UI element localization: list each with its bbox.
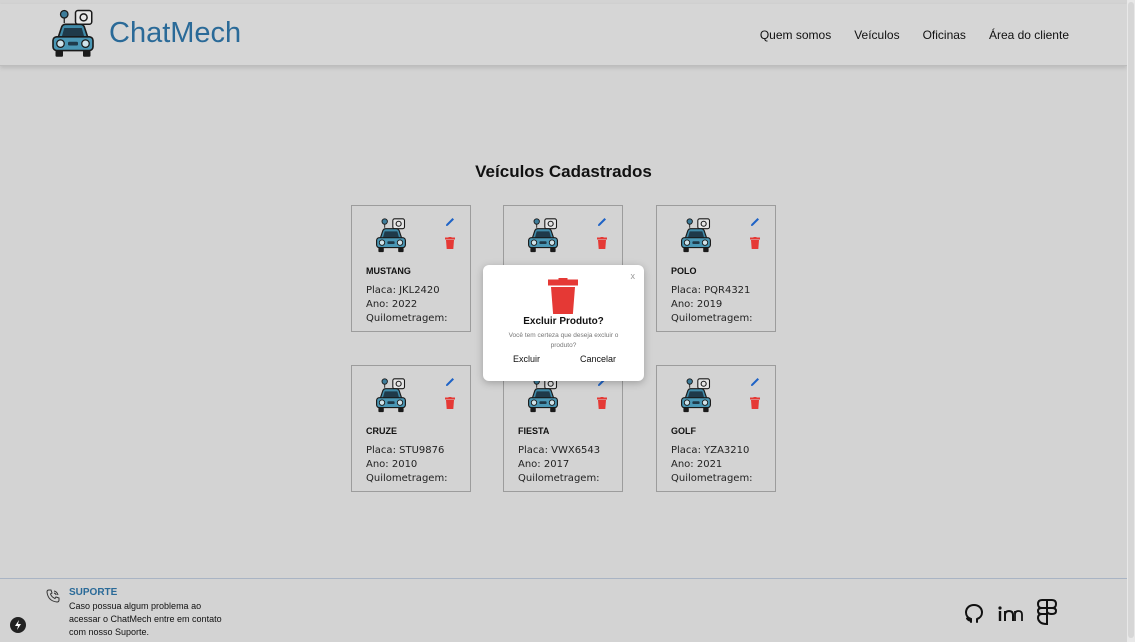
trash-icon[interactable]: [750, 397, 760, 409]
edit-icon[interactable]: [444, 216, 456, 228]
trash-icon[interactable]: [597, 397, 607, 409]
vehicle-card: POLO Placa: PQR4321 Ano: 2019 Quilometra…: [656, 205, 776, 332]
linkedin-icon[interactable]: [996, 602, 1024, 626]
vehicle-ano: Ano: 2022: [366, 299, 418, 310]
support-title: SUPORTE: [69, 587, 118, 598]
vehicle-km: Quilometragem:: [366, 473, 448, 484]
edit-icon[interactable]: [444, 376, 456, 388]
vehicle-placa: Placa: STU9876: [366, 445, 445, 456]
car-icon: [373, 377, 409, 413]
vehicle-card: GOLF Placa: YZA3210 Ano: 2021 Quilometra…: [656, 365, 776, 492]
vehicle-model: CRUZE: [366, 426, 397, 436]
delete-confirm-dialog: x Excluir Produto? Você tem certeza que …: [483, 265, 644, 381]
vehicle-placa: Placa: YZA3210: [671, 445, 750, 456]
figma-icon[interactable]: [1035, 598, 1059, 626]
trash-icon[interactable]: [445, 397, 455, 409]
support-text: Caso possua algum problema ao acessar o …: [69, 601, 222, 637]
car-icon: [678, 217, 714, 253]
brand-name[interactable]: ChatMech: [109, 17, 241, 50]
vehicle-card: FIESTA Placa: VWX6543 Ano: 2017 Quilomet…: [503, 365, 623, 492]
bolt-icon[interactable]: [10, 617, 26, 633]
vehicle-model: GOLF: [671, 426, 696, 436]
car-icon: [373, 217, 409, 253]
vehicle-placa: Placa: VWX6543: [518, 445, 601, 456]
trash-icon[interactable]: [750, 237, 760, 249]
nav-quem-somos[interactable]: Quem somos: [760, 28, 831, 42]
dialog-message: Você tem certeza que deseja excluir o pr…: [508, 332, 619, 349]
edit-icon[interactable]: [749, 216, 761, 228]
car-icon: [678, 377, 714, 413]
vehicle-placa: Placa: JKL2420: [366, 285, 440, 296]
chatmech-logo-icon[interactable]: [48, 8, 98, 58]
main-nav: Quem somos Veículos Oficinas Área do cli…: [737, 28, 1069, 42]
header: ChatMech Quem somos Veículos Oficinas Ár…: [0, 4, 1127, 66]
vehicle-ano: Ano: 2021: [671, 459, 723, 470]
page-scrollbar[interactable]: [1127, 0, 1135, 642]
vehicle-card: MUSTANG Placa: JKL2420 Ano: 2022 Quilome…: [351, 205, 471, 332]
confirm-delete-button[interactable]: Excluir: [513, 354, 540, 364]
nav-veiculos[interactable]: Veículos: [854, 28, 899, 42]
vehicle-km: Quilometragem:: [671, 313, 753, 324]
nav-area-cliente[interactable]: Área do cliente: [989, 28, 1069, 42]
car-icon: [525, 217, 561, 253]
vehicle-model: POLO: [671, 266, 697, 276]
scrollbar-thumb[interactable]: [1128, 2, 1134, 638]
page-title: Veículos Cadastrados: [475, 162, 652, 181]
vehicle-km: Quilometragem:: [366, 313, 448, 324]
phone-icon: [46, 589, 60, 603]
vehicle-placa: Placa: PQR4321: [671, 285, 751, 296]
trash-icon[interactable]: [597, 237, 607, 249]
vehicle-km: Quilometragem:: [671, 473, 753, 484]
car-icon: [525, 377, 561, 413]
edit-icon[interactable]: [596, 216, 608, 228]
edit-icon[interactable]: [749, 376, 761, 388]
vehicle-ano: Ano: 2010: [366, 459, 418, 470]
close-icon[interactable]: x: [631, 271, 636, 281]
trash-icon[interactable]: [445, 237, 455, 249]
vehicle-ano: Ano: 2019: [671, 299, 723, 310]
github-icon[interactable]: [962, 602, 986, 626]
vehicle-ano: Ano: 2017: [518, 459, 570, 470]
nav-oficinas[interactable]: Oficinas: [923, 28, 966, 42]
vehicle-model: MUSTANG: [366, 266, 411, 276]
vehicle-model: FIESTA: [518, 426, 550, 436]
dialog-title: Excluir Produto?: [523, 316, 604, 327]
vehicle-km: Quilometragem:: [518, 473, 600, 484]
footer-divider: [0, 578, 1127, 579]
cancel-button[interactable]: Cancelar: [580, 354, 616, 364]
trash-icon: [548, 278, 578, 314]
vehicle-card: CRUZE Placa: STU9876 Ano: 2010 Quilometr…: [351, 365, 471, 492]
